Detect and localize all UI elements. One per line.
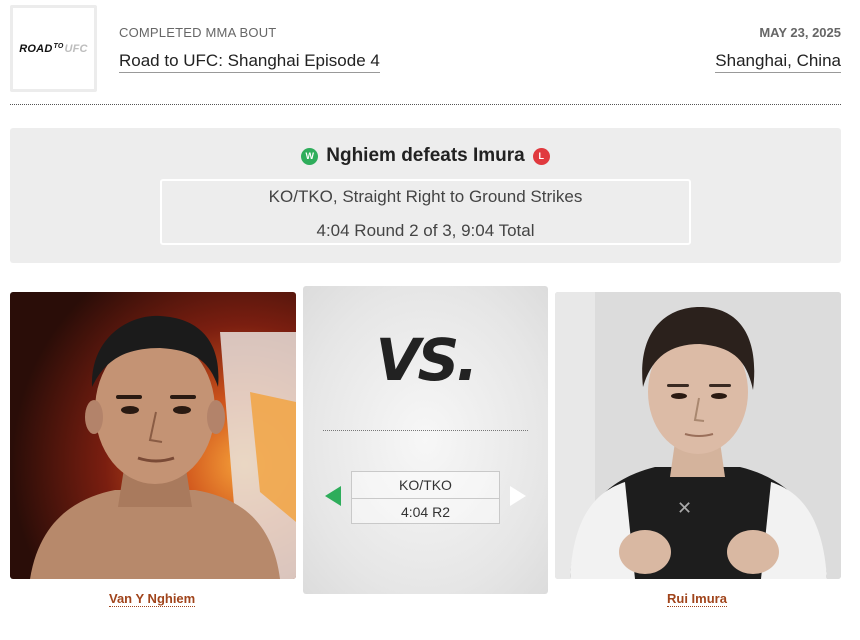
loss-badge: L: [532, 147, 550, 165]
mini-method: KO/TKO: [399, 477, 452, 493]
result-method: KO/TKO, Straight Right to Ground Strikes: [268, 187, 583, 206]
fighter-photo-left[interactable]: [10, 292, 296, 579]
fighter-name-left-link[interactable]: Van Y Nghiem: [109, 591, 196, 607]
fighter-portrait-right-image: ✕: [555, 292, 841, 579]
result-summary: W Nghiem defeats Imura L KO/TKO, Straigh…: [10, 128, 841, 263]
event-logo[interactable]: ROADTOUFC: [10, 5, 97, 92]
mini-time: 4:04 R2: [352, 498, 499, 524]
result-mini-table: KO/TKO 4:04 R2: [351, 471, 500, 524]
winner-arrow-left-icon: [325, 486, 341, 506]
bout-status-label: COMPLETED MMA BOUT: [119, 25, 277, 40]
vs-label: VS.: [375, 326, 479, 394]
result-headline-text: Nghiem defeats Imura: [326, 145, 525, 166]
fighter-photo-right[interactable]: ✕: [555, 292, 841, 579]
result-headline: W Nghiem defeats Imura L: [10, 145, 841, 167]
vs-divider: [323, 430, 528, 431]
event-name-link[interactable]: Road to UFC: Shanghai Episode 4: [119, 51, 380, 73]
logo-wordmark: ROADTOUFC: [19, 42, 88, 55]
result-detail-box: KO/TKO, Straight Right to Ground Strikes…: [160, 179, 691, 245]
matchup-panel: VS. KO/TKO 4:04 R2: [303, 286, 548, 594]
arrow-right-icon: [510, 486, 526, 506]
svg-text:✕: ✕: [677, 498, 692, 519]
result-time: 4:04 Round 2 of 3, 9:04 Total: [316, 221, 535, 240]
fighter-portrait-left-image: [30, 315, 296, 579]
event-header: ROADTOUFC COMPLETED MMA BOUT Road to UFC…: [10, 5, 841, 105]
event-location-link[interactable]: Shanghai, China: [715, 51, 841, 73]
win-badge: W: [301, 147, 319, 165]
fighter-name-right-link[interactable]: Rui Imura: [667, 591, 727, 607]
event-date: MAY 23, 2025: [759, 25, 841, 40]
